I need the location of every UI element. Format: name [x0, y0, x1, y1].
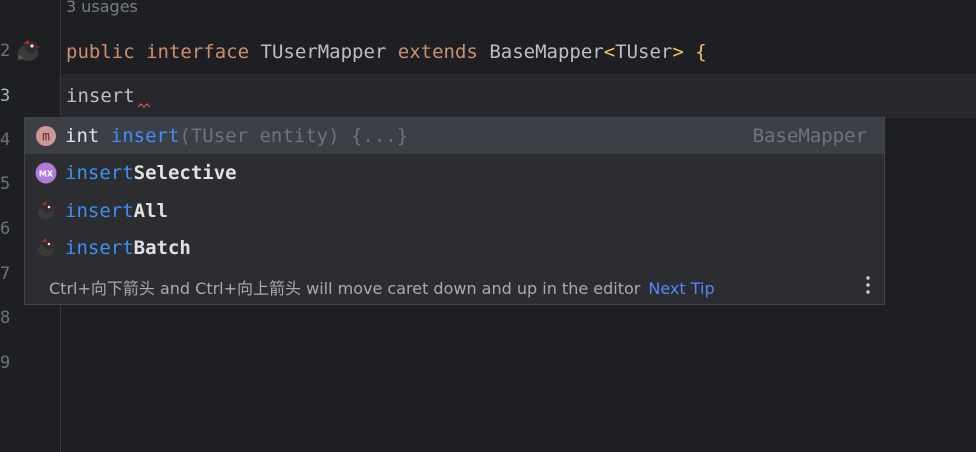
- keyword-extends: extends: [397, 41, 478, 63]
- suggestion-rest: Batch: [133, 237, 191, 259]
- line-number: 6: [0, 219, 11, 239]
- match-text: insert: [110, 125, 180, 147]
- completion-item-insert-all[interactable]: insertAll: [25, 193, 884, 229]
- base-mapper-type: BaseMapper: [489, 41, 604, 63]
- method-icon: m: [36, 126, 56, 146]
- line-number: 9: [0, 353, 11, 373]
- more-options-icon[interactable]: [862, 274, 874, 296]
- generic-type: TUser: [615, 41, 673, 63]
- line-number-current: 3: [0, 86, 11, 106]
- completion-item-insert-batch[interactable]: insertBatch: [25, 230, 884, 266]
- line-number: 5: [0, 174, 11, 194]
- line-number: 7: [0, 264, 11, 284]
- mybatis-bird-icon: [38, 238, 57, 256]
- generic-close: >: [672, 41, 684, 63]
- error-squiggle-icon: [138, 103, 150, 108]
- mybatisx-icon: MX: [35, 162, 57, 184]
- open-brace: {: [695, 41, 707, 63]
- line-number: 2: [0, 41, 11, 61]
- suggestion-rest: Selective: [133, 162, 237, 184]
- owner-type: BaseMapper: [752, 125, 867, 147]
- generic-open: <: [603, 41, 616, 63]
- next-tip-link[interactable]: Next Tip: [648, 279, 714, 298]
- line-number: 8: [0, 308, 11, 328]
- completion-popup[interactable]: m int insert(TUser entity) {...} BaseMap…: [24, 117, 885, 305]
- line-number: 4: [0, 130, 11, 150]
- completion-item-insert-selective[interactable]: MX insertSelective: [25, 155, 884, 191]
- mybatis-bird-gutter-icon[interactable]: [14, 38, 42, 64]
- keyword-interface: interface: [146, 41, 250, 63]
- match-text: insert: [65, 162, 134, 184]
- match-text: insert: [65, 237, 134, 259]
- return-type: int: [65, 125, 111, 147]
- code-line-2[interactable]: public interface TUserMapper extends Bas…: [66, 40, 707, 64]
- interface-name: TUserMapper: [260, 41, 387, 63]
- typed-text: insert: [66, 85, 135, 107]
- svg-text:MX: MX: [39, 170, 54, 179]
- match-text: insert: [65, 200, 134, 222]
- code-line-3[interactable]: insert: [66, 84, 135, 108]
- tip-text: Ctrl+向下箭头 and Ctrl+向上箭头 will move caret …: [49, 279, 641, 298]
- usages-hint[interactable]: 3 usages: [66, 0, 138, 16]
- signature: (TUser entity) {...}: [179, 125, 409, 147]
- completion-tip: Ctrl+向下箭头 and Ctrl+向上箭头 will move caret …: [49, 275, 715, 299]
- completion-item-insert[interactable]: m int insert(TUser entity) {...} BaseMap…: [25, 118, 884, 154]
- suggestion-rest: All: [133, 200, 168, 222]
- current-line-highlight: [61, 74, 976, 118]
- svg-text:m: m: [42, 130, 50, 145]
- mybatis-bird-icon: [38, 201, 57, 219]
- keyword-public: public: [66, 41, 135, 63]
